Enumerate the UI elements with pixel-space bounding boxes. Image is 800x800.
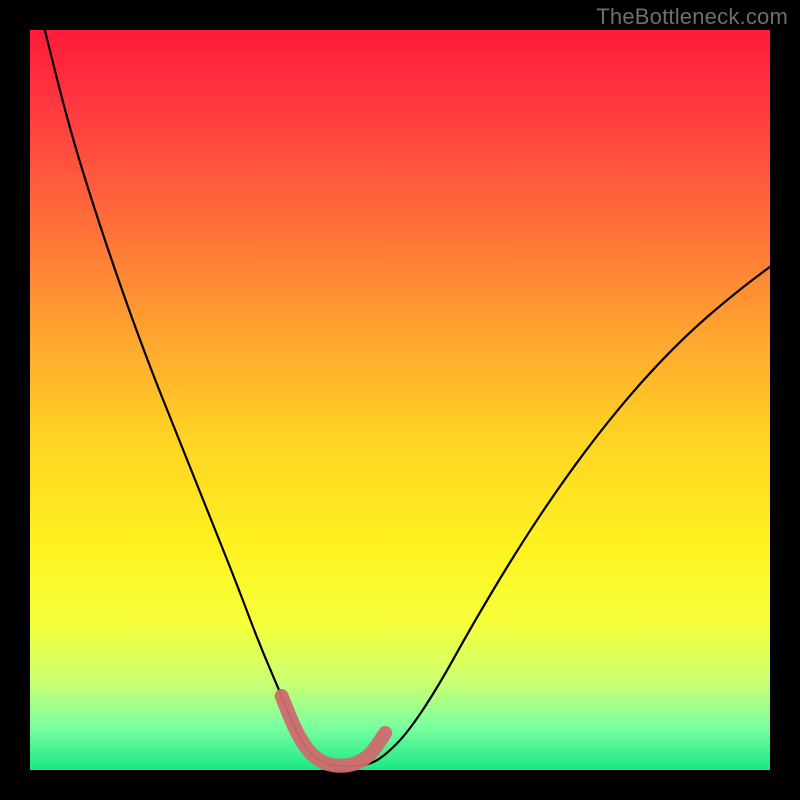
chart-frame: TheBottleneck.com [0,0,800,800]
bottleneck-chart [0,0,800,800]
watermark-text: TheBottleneck.com [596,4,788,30]
plot-background [30,30,770,770]
